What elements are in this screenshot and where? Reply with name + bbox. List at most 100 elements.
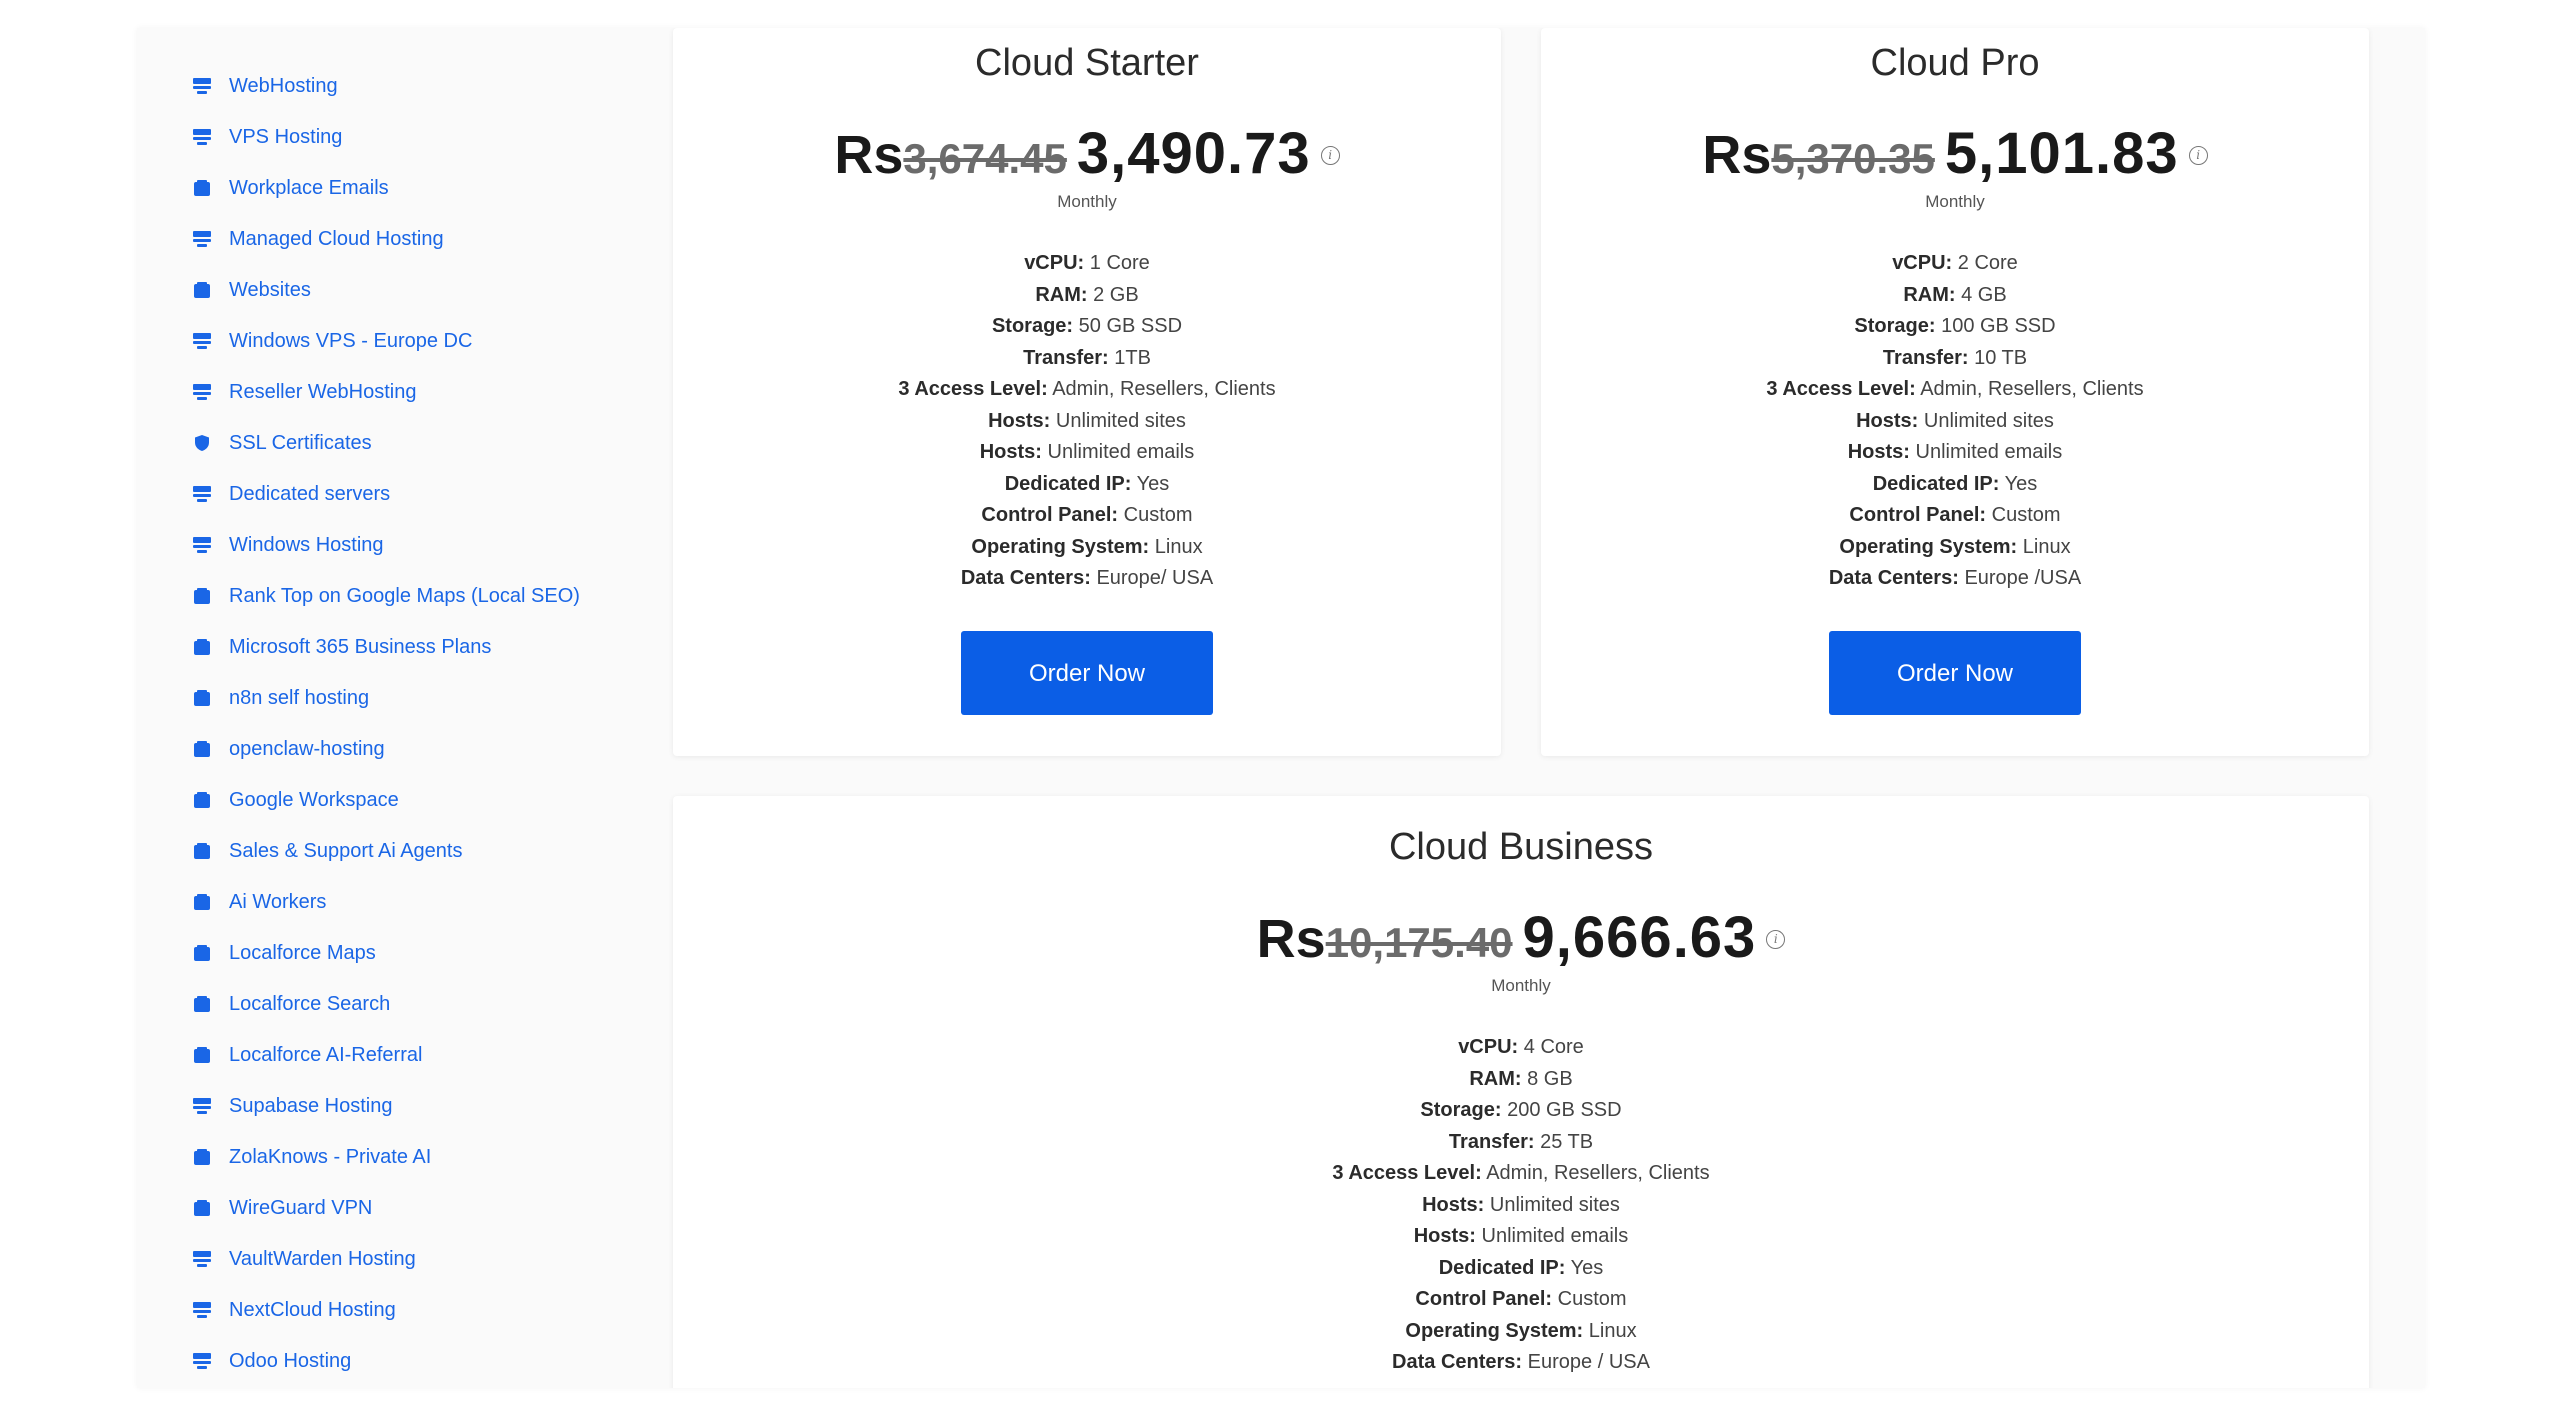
spec-line: Operating System: Linux xyxy=(673,532,1501,564)
plan-title: Cloud Starter xyxy=(975,42,1199,84)
spec-key: Control Panel: xyxy=(1849,504,1987,526)
server-icon xyxy=(191,534,213,556)
spec-value: Unlimited sites xyxy=(1923,409,2054,432)
sidebar-item-zolaknows-private-ai[interactable]: ZolaKnows - Private AI xyxy=(191,1131,751,1182)
box-icon xyxy=(191,177,213,199)
sidebar-item-ssl-certificates[interactable]: SSL Certificates xyxy=(191,417,751,468)
sidebar-item-workplace-emails[interactable]: Workplace Emails xyxy=(191,162,751,213)
discounted-price: 9,666.63 xyxy=(1522,905,1757,970)
sidebar-item-vps-hosting[interactable]: VPS Hosting xyxy=(191,111,751,162)
spec-value: Custom xyxy=(1557,1288,1627,1310)
spec-key: Transfer: xyxy=(1448,1130,1535,1153)
order-now-button[interactable]: Order Now xyxy=(1829,630,2081,715)
sidebar-item-label: Google Workspace xyxy=(229,788,399,811)
spec-line: Hosts: Unlimited emails xyxy=(673,437,1501,469)
sidebar-item-label: WireGuard VPN xyxy=(229,1196,373,1219)
spec-key: 3 Access Level: xyxy=(1766,378,1916,400)
sidebar-item-wireguard-vpn[interactable]: WireGuard VPN xyxy=(191,1182,751,1233)
original-price: 5,370.35 xyxy=(1771,135,1935,182)
sidebar-item-webhosting[interactable]: WebHosting xyxy=(191,60,751,111)
spec-value: Europe /USA xyxy=(1964,567,2082,589)
sidebar-item-label: VaultWarden Hosting xyxy=(229,1247,416,1270)
original-price: 3,674.45 xyxy=(903,135,1067,182)
order-now-button[interactable]: Order Now xyxy=(961,630,1213,715)
spec-key: Hosts: xyxy=(1413,1225,1476,1247)
spec-key: Control Panel: xyxy=(1415,1288,1553,1310)
spec-line: Hosts: Unlimited sites xyxy=(673,406,1501,438)
sidebar-item-websites[interactable]: Websites xyxy=(191,264,751,315)
sidebar-item-vaultwarden-hosting[interactable]: VaultWarden Hosting xyxy=(191,1233,751,1284)
sidebar-item-sales-support-ai-agents[interactable]: Sales & Support Ai Agents xyxy=(191,825,751,876)
sidebar-item-label: Windows VPS - Europe DC xyxy=(229,329,473,352)
spec-key: Storage: xyxy=(1420,1099,1502,1121)
spec-key: Transfer: xyxy=(1023,346,1109,369)
sidebar-item-google-workspace[interactable]: Google Workspace xyxy=(191,774,751,825)
spec-value: Yes xyxy=(2004,472,2038,495)
spec-value: Admin, Resellers, Clients xyxy=(1920,378,2144,400)
sidebar-item-openclaw-hosting[interactable]: openclaw-hosting xyxy=(191,723,751,774)
spec-key: Data Centers: xyxy=(960,567,1091,589)
plan-specs: vCPU: 1 Core RAM: 2 GB Storage: 50 GB SSD T… xyxy=(673,248,1501,595)
sidebar-item-localforce-ai-referral[interactable]: Localforce AI-Referral xyxy=(191,1029,751,1080)
spec-value: Unlimited emails xyxy=(1915,441,2063,463)
info-icon[interactable]: i xyxy=(2188,146,2208,165)
spec-key: Hosts: xyxy=(1422,1193,1485,1216)
spec-key: Dedicated IP: xyxy=(1438,1256,1566,1279)
spec-line: Storage: 200 GB SSD xyxy=(673,1095,2369,1127)
sidebar-item-localforce-search[interactable]: Localforce Search xyxy=(191,978,751,1029)
spec-line: Hosts: Unlimited emails xyxy=(1541,437,2369,469)
sidebar-item-localforce-maps[interactable]: Localforce Maps xyxy=(191,927,751,978)
sidebar-item-label: Rank Top on Google Maps (Local SEO) xyxy=(229,584,580,607)
spec-line: Operating System: Linux xyxy=(1541,532,2369,564)
sidebar-item-label: Websites xyxy=(229,278,311,301)
sidebar-item-windows-vps-europe-dc[interactable]: Windows VPS - Europe DC xyxy=(191,315,751,366)
spec-line: Dedicated IP: Yes xyxy=(673,1253,2369,1285)
plan-title: Cloud Business xyxy=(1388,826,1654,868)
spec-key: RAM: xyxy=(1035,283,1088,306)
spec-key: Control Panel: xyxy=(981,504,1119,526)
sidebar-item-windows-hosting[interactable]: Windows Hosting xyxy=(191,519,751,570)
billing-period: Monthly xyxy=(1925,192,1985,211)
spec-key: Transfer: xyxy=(1882,346,1969,369)
plan-title: Cloud Pro xyxy=(1870,42,2040,84)
spec-key: Data Centers: xyxy=(1392,1351,1523,1373)
discounted-price: 5,101.83 xyxy=(1944,121,2179,186)
sidebar-item-label: VPS Hosting xyxy=(229,125,343,148)
spec-line: Hosts: Unlimited emails xyxy=(673,1221,2369,1253)
spec-value: Unlimited sites xyxy=(1055,409,1186,432)
spec-key: Hosts: xyxy=(979,441,1042,463)
spec-line: Control Panel: Custom xyxy=(673,1284,2369,1316)
spec-line: Data Centers: Europe/ USA xyxy=(673,563,1501,595)
sidebar-item-supabase-hosting[interactable]: Supabase Hosting xyxy=(191,1080,751,1131)
server-icon xyxy=(191,1248,213,1270)
discounted-price: 3,490.73 xyxy=(1076,121,1311,186)
sidebar-item-dedicated-servers[interactable]: Dedicated servers xyxy=(191,468,751,519)
billing-period: Monthly xyxy=(1057,192,1117,211)
sidebar-item-odoo-hosting[interactable]: Odoo Hosting xyxy=(191,1335,751,1386)
sidebar-item-managed-cloud-hosting[interactable]: Managed Cloud Hosting xyxy=(191,213,751,264)
sidebar-item-microsoft-365-business-plans[interactable]: Microsoft 365 Business Plans xyxy=(191,621,751,672)
sidebar-item-n8n-self-hosting[interactable]: n8n self hosting xyxy=(191,672,751,723)
server-icon xyxy=(191,330,213,352)
spec-line: Storage: 100 GB SSD xyxy=(1541,311,2369,343)
content-panel: WebHosting VPS Hosting Workplace Emails Man… xyxy=(137,28,2425,1388)
sidebar-item-reseller-webhosting[interactable]: Reseller WebHosting xyxy=(191,366,751,417)
spec-line: vCPU: 1 Core xyxy=(673,248,1501,280)
spec-key: vCPU: xyxy=(1024,252,1085,274)
spec-value: 100 GB SSD xyxy=(1941,315,2056,337)
spec-value: 10 TB xyxy=(1974,346,2028,369)
sidebar-item-rank-top-on-google-maps-local-seo[interactable]: Rank Top on Google Maps (Local SEO) xyxy=(191,570,751,621)
spec-value: 8 GB xyxy=(1527,1067,1573,1090)
info-icon[interactable]: i xyxy=(1320,146,1340,165)
sidebar-item-label: Reseller WebHosting xyxy=(229,380,417,403)
spec-value: 25 TB xyxy=(1540,1130,1594,1153)
currency-symbol: Rs xyxy=(834,125,904,185)
sidebar-item-ai-workers[interactable]: Ai Workers xyxy=(191,876,751,927)
sidebar-item-nextcloud-hosting[interactable]: NextCloud Hosting xyxy=(191,1284,751,1335)
plan-specs: vCPU: 4 Core RAM: 8 GB Storage: 200 GB SSD… xyxy=(673,1032,2369,1379)
spec-line: Hosts: Unlimited sites xyxy=(673,1190,2369,1222)
spec-key: Dedicated IP: xyxy=(1004,472,1132,495)
spec-value: Unlimited sites xyxy=(1489,1193,1620,1216)
spec-key: Dedicated IP: xyxy=(1872,472,2000,495)
info-icon[interactable]: i xyxy=(1766,930,1786,949)
